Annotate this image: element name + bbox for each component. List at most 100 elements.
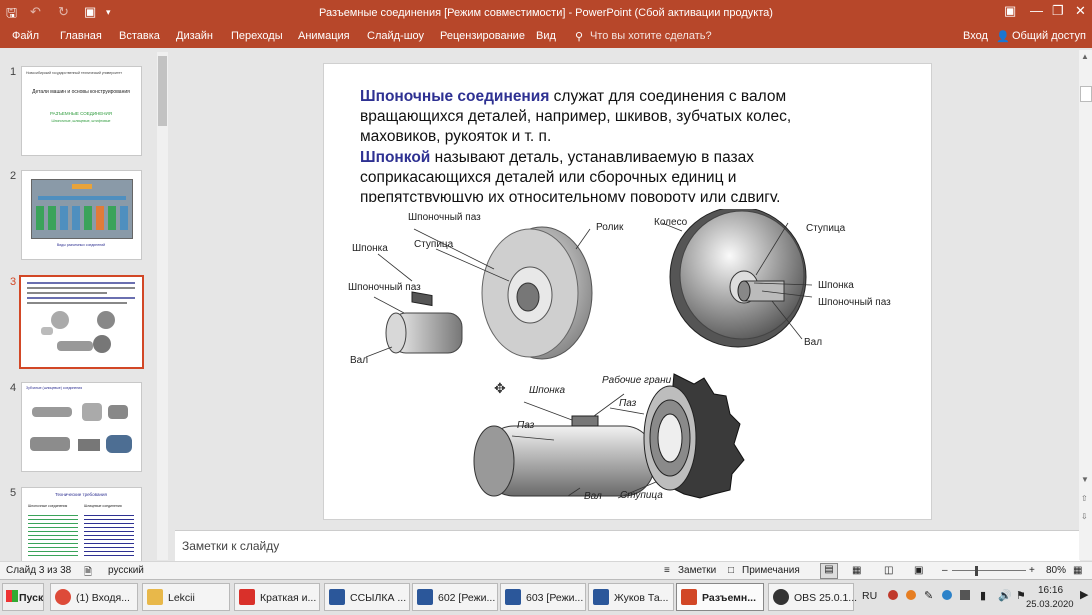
taskbar-item-word-2[interactable]: 602 [Режи... xyxy=(412,583,498,611)
slide-sorter-icon[interactable]: ▦ xyxy=(852,565,861,576)
folder-icon xyxy=(147,589,163,605)
previous-slide-icon[interactable]: ⇧ xyxy=(1081,494,1088,503)
clock-time[interactable]: 16:16 xyxy=(1038,585,1063,596)
sign-in-link[interactable]: Вход xyxy=(963,30,988,42)
notes-pane[interactable]: Заметки к слайду xyxy=(175,530,1080,561)
zoom-level[interactable]: 80% xyxy=(1046,565,1066,576)
taskbar-item-folder[interactable]: Lekcii xyxy=(142,583,230,611)
label-rabochie-grani: Рабочие грани xyxy=(602,375,672,386)
label-stupica: Ступица xyxy=(414,239,454,250)
close-icon[interactable]: ✕ xyxy=(1075,3,1086,19)
taskbar-item-obs[interactable]: OBS 25.0.1... xyxy=(768,583,857,611)
tell-me-icon: ⚲ xyxy=(575,31,584,43)
taskbar-item-word-1[interactable]: ССЫЛКА ... xyxy=(324,583,410,611)
next-slide-icon[interactable]: ⇩ xyxy=(1081,512,1088,521)
comments-toggle[interactable]: Примечания xyxy=(742,565,800,576)
tab-transitions[interactable]: Переходы xyxy=(231,30,283,42)
zoom-slider-thumb[interactable] xyxy=(975,566,978,576)
thumb-diagram xyxy=(31,179,133,239)
roller-bore xyxy=(516,282,540,312)
key-part xyxy=(411,291,433,307)
fit-to-window-icon[interactable]: ▦ xyxy=(1073,565,1082,576)
tab-file[interactable]: Файл xyxy=(12,30,39,42)
tab-view[interactable]: Вид xyxy=(536,30,556,42)
taskbar-item-word-4[interactable]: Жуков Та... xyxy=(588,583,674,611)
editor-scrollbar[interactable]: ▲ ▼ ⇧ ⇩ xyxy=(1079,50,1092,530)
notes-toggle[interactable]: Заметки xyxy=(678,565,716,576)
taskbar-item-powerpoint[interactable]: Разъемн... xyxy=(676,583,764,611)
taskbar: Пуск (1) Входя... Lekcii Краткая и... СС… xyxy=(0,579,1092,615)
window-title: Разъемные соединения [Режим совместимост… xyxy=(319,7,773,19)
tab-animations[interactable]: Анимация xyxy=(298,30,350,42)
slideshow-view-icon[interactable]: ▣ xyxy=(914,565,923,576)
label-rolik: Ролик xyxy=(596,222,624,233)
tray-icon-battery[interactable]: ▮ xyxy=(980,589,986,602)
tab-slideshow[interactable]: Слайд-шоу xyxy=(367,30,424,42)
tray-icon-volume[interactable]: 🔊 xyxy=(998,589,1012,602)
gear-wheel xyxy=(643,373,745,499)
start-button[interactable]: Пуск xyxy=(2,583,44,611)
slide-number: 5 xyxy=(10,487,17,499)
label-shponochnyi-paz-3: Шпоночный паз xyxy=(818,297,891,308)
tray-icon-display[interactable] xyxy=(960,590,970,600)
scrollbar-thumb[interactable] xyxy=(158,56,167,126)
taskbar-item-chrome[interactable]: (1) Входя... xyxy=(50,583,138,611)
thumbnail-pane: 1 Новосибирский государственный техничес… xyxy=(0,50,172,562)
tab-insert[interactable]: Вставка xyxy=(119,30,160,42)
title-bar: 🖫 ↶ ↻ ▣ ▾ Разъемные соединения [Режим со… xyxy=(0,0,1092,26)
show-desktop-icon[interactable]: ▶ xyxy=(1080,588,1088,601)
slide-thumbnail-1[interactable]: Новосибирский государственный технически… xyxy=(21,66,142,156)
tell-me-input[interactable]: Что вы хотите сделать? xyxy=(590,30,712,42)
slide-paragraph-2-line-2: соприкасающихся деталей или сборочных ед… xyxy=(360,169,737,186)
share-button[interactable]: 👤 Общий доступ xyxy=(992,28,1088,46)
reading-view-icon[interactable]: ◫ xyxy=(884,565,893,576)
windows-logo-icon xyxy=(6,590,18,602)
zoom-in-icon[interactable]: + xyxy=(1029,565,1035,576)
scrollbar-thumb[interactable] xyxy=(1080,86,1092,102)
minimize-icon[interactable]: — xyxy=(1030,3,1043,18)
taskbar-item-word-3[interactable]: 603 [Режи... xyxy=(500,583,586,611)
tab-review[interactable]: Рецензирование xyxy=(440,30,525,42)
label-shponka-3: Шпонка xyxy=(529,385,566,396)
label-shponka-2: Шпонка xyxy=(818,280,854,291)
notes-scrollbar[interactable] xyxy=(1079,530,1092,560)
taskbar-item-pdf[interactable]: Краткая и... xyxy=(234,583,320,611)
slide-thumbnail-5[interactable]: Технические требования Шпоночные соедине… xyxy=(21,487,142,562)
thumb-title: Детали машин и основы конструирования xyxy=(32,89,130,95)
label-shponka: Шпонка xyxy=(352,243,388,254)
normal-view-icon[interactable]: ▤ xyxy=(820,563,838,579)
slide-thumbnail-4[interactable]: Зубчатые (шлицевые) соединения xyxy=(21,382,142,472)
label-paz-2: Паз xyxy=(517,420,535,431)
scroll-up-icon[interactable]: ▲ xyxy=(1081,52,1089,61)
tray-icon-pen[interactable]: ✎ xyxy=(924,589,933,602)
language-indicator[interactable]: русский xyxy=(108,565,144,576)
tab-design[interactable]: Дизайн xyxy=(176,30,213,42)
tray-icon-flag[interactable]: ⚑ xyxy=(1016,589,1026,602)
tray-icon-network[interactable] xyxy=(942,590,952,600)
clock-date[interactable]: 25.03.2020 xyxy=(1026,599,1074,610)
thumbnail-scrollbar[interactable] xyxy=(157,52,168,560)
slide-paragraph-2-line-3: препятствующую их относительному поворот… xyxy=(360,189,781,202)
slide-paragraph-1-line-3: маховиков, рукояток и т. п. xyxy=(360,128,552,145)
scroll-down-icon[interactable]: ▼ xyxy=(1081,475,1089,484)
person-icon: 👤 xyxy=(996,31,1010,43)
word-icon xyxy=(417,589,433,605)
powerpoint-icon xyxy=(681,589,697,605)
zoom-slider[interactable] xyxy=(952,570,1026,571)
restore-icon[interactable]: ❐ xyxy=(1052,3,1064,19)
ribbon-display-icon[interactable]: ▣ xyxy=(1004,3,1016,19)
tray-icon-record[interactable] xyxy=(888,590,898,600)
slide-number: 3 xyxy=(10,276,17,288)
tray-icon-app[interactable] xyxy=(906,590,916,600)
slide-paragraph-1-line-2: вращающихся деталей, например, шкивов, з… xyxy=(360,108,792,125)
label-stupica-3: Ступица xyxy=(620,490,663,501)
zoom-out-icon[interactable]: – xyxy=(942,565,948,576)
thumb-caption: Зубчатые (шлицевые) соединения xyxy=(26,386,83,390)
label-paz: Паз xyxy=(619,398,637,409)
tab-home[interactable]: Главная xyxy=(60,30,102,42)
notes-placeholder: Заметки к слайду xyxy=(182,539,280,553)
slide-thumbnail-3-selected[interactable] xyxy=(19,275,144,369)
slide-thumbnail-2[interactable]: Виды разъемных соединений xyxy=(21,170,142,260)
input-language[interactable]: RU xyxy=(862,590,877,602)
slide-canvas[interactable]: Шпоночные соединения служат для соединен… xyxy=(323,63,932,520)
